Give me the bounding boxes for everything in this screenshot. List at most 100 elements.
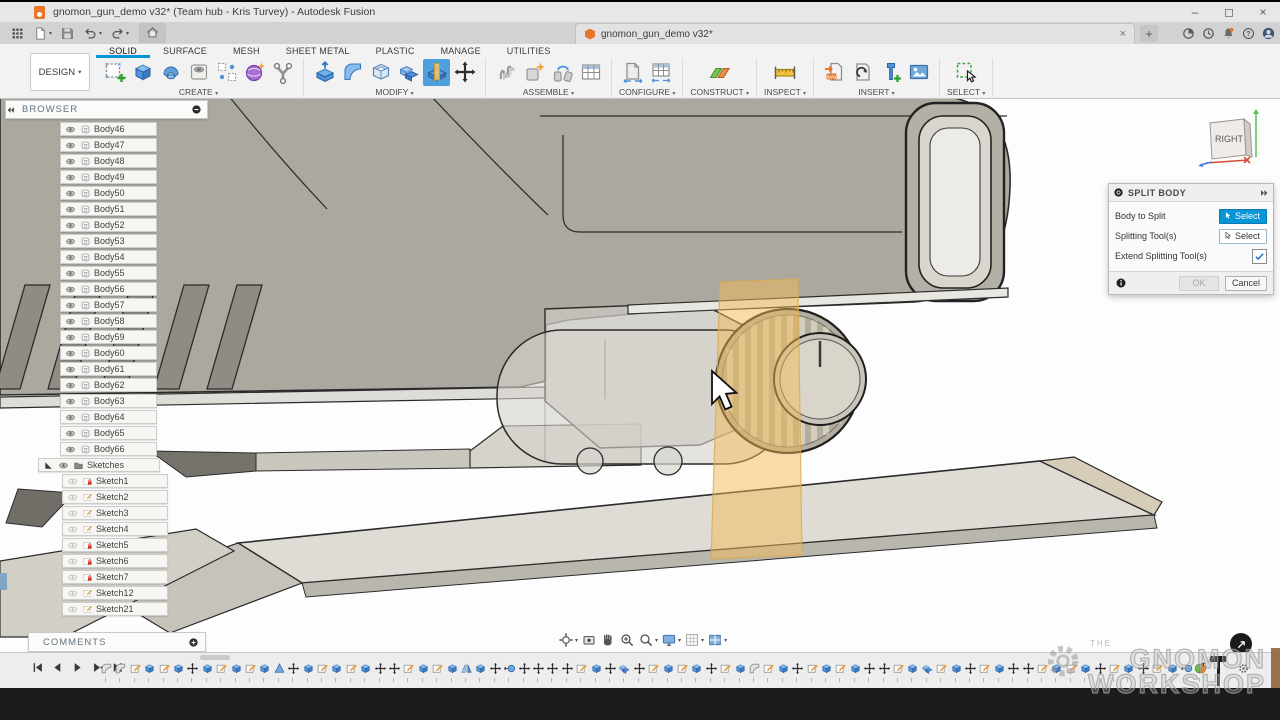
undo-icon[interactable]: ▾: [83, 26, 102, 41]
timeline-feature-extrude[interactable]: [330, 662, 343, 675]
timeline-feature-sketch[interactable]: [129, 662, 142, 675]
timeline-feature-extrude[interactable]: [993, 662, 1006, 675]
home-icon[interactable]: [139, 23, 166, 43]
collapse-left-icon[interactable]: [6, 105, 16, 115]
timeline-feature-extrude[interactable]: [1122, 662, 1135, 675]
move4-icon[interactable]: [451, 59, 478, 86]
grid-settings-icon[interactable]: ▾: [684, 632, 704, 648]
timeline-feature-sketch[interactable]: [158, 662, 171, 675]
timeline-feature-extrude[interactable]: [590, 662, 603, 675]
timeline-feature-cone[interactable]: [273, 662, 286, 675]
timeline-feature-move[interactable]: [863, 662, 876, 675]
visibility-eye-icon[interactable]: [65, 412, 76, 423]
timeline-feature-move[interactable]: [518, 662, 531, 675]
close-button[interactable]: ×: [1246, 2, 1280, 22]
timeline-feature-move[interactable]: [186, 662, 199, 675]
tab-close-button[interactable]: ×: [1120, 28, 1126, 40]
timeline-feature-offset[interactable]: [503, 662, 516, 675]
browser-sketch-row[interactable]: Sketch6: [62, 554, 168, 568]
ins-fast-icon[interactable]: [877, 59, 904, 86]
visibility-eye-icon[interactable]: [65, 428, 76, 439]
visibility-eye-icon[interactable]: [65, 124, 76, 135]
browser-sketches-folder[interactable]: Sketches: [38, 458, 160, 472]
extend-splitting-checkbox[interactable]: [1252, 249, 1267, 264]
timeline-feature-extrude[interactable]: [906, 662, 919, 675]
timeline-feature-sketch[interactable]: [719, 662, 732, 675]
visibility-eye-icon[interactable]: [65, 396, 76, 407]
timeline-feature-extrude[interactable]: [417, 662, 430, 675]
cancel-button[interactable]: Cancel: [1225, 276, 1267, 291]
timeline-feature-move[interactable]: [546, 662, 559, 675]
file-menu-icon[interactable]: ▾: [33, 26, 52, 41]
info-icon[interactable]: [1115, 277, 1127, 289]
document-tab[interactable]: gnomon_gun_demo v32* ×: [575, 23, 1135, 44]
timeline-feature-extrude[interactable]: [302, 662, 315, 675]
timeline-feature-extrude[interactable]: [201, 662, 214, 675]
sketch-create-icon[interactable]: [101, 59, 128, 86]
timeline-feature-extrude[interactable]: [474, 662, 487, 675]
ribbon-tab-surface[interactable]: SURFACE: [150, 45, 220, 58]
timeline-feature-move[interactable]: [705, 662, 718, 675]
visibility-eye-icon[interactable]: [65, 236, 76, 247]
visibility-eye-icon[interactable]: [67, 556, 78, 567]
pipe-icon[interactable]: [269, 59, 296, 86]
timeline-feature-fillet[interactable]: [748, 662, 761, 675]
splitting-tool-select-button[interactable]: Select: [1219, 229, 1267, 244]
visibility-eye-icon[interactable]: [65, 172, 76, 183]
timeline-feature-offset[interactable]: [1180, 662, 1193, 675]
ribbon-group-label[interactable]: CONSTRUCT ▾: [690, 87, 749, 97]
save-icon[interactable]: [60, 26, 75, 41]
asm-table-icon[interactable]: [577, 59, 604, 86]
visibility-eye-icon[interactable]: [58, 460, 69, 471]
ribbon-tab-manage[interactable]: MANAGE: [428, 45, 494, 58]
timeline-feature-sketch[interactable]: [892, 662, 905, 675]
timeline-feature-move[interactable]: [561, 662, 574, 675]
ribbon-tab-plastic[interactable]: PLASTIC: [363, 45, 428, 58]
ribbon-group-label[interactable]: INSERT ▾: [858, 87, 894, 97]
profile-avatar[interactable]: [1261, 26, 1276, 41]
timeline-feature-extrude[interactable]: [143, 662, 156, 675]
go-to-start-button[interactable]: [30, 660, 45, 675]
visibility-eye-icon[interactable]: [67, 540, 78, 551]
browser-sketch-row[interactable]: Sketch1: [62, 474, 168, 488]
timeline-feature-move[interactable]: [532, 662, 545, 675]
browser-sketch-row[interactable]: Sketch3: [62, 506, 168, 520]
ins-canvas-icon[interactable]: [905, 59, 932, 86]
redo-icon[interactable]: ▾: [110, 26, 129, 41]
ribbon-group-label[interactable]: MODIFY ▾: [375, 87, 413, 97]
timeline-feature-extrude[interactable]: [230, 662, 243, 675]
visibility-eye-icon[interactable]: [65, 220, 76, 231]
timeline-feature-move[interactable]: [1094, 662, 1107, 675]
timeline-feature-extrude[interactable]: [849, 662, 862, 675]
timeline-feature-split[interactable]: [1194, 662, 1207, 675]
timeline-feature-sketch[interactable]: [762, 662, 775, 675]
notifications-icon[interactable]: [1221, 26, 1236, 41]
visibility-eye-icon[interactable]: [67, 476, 78, 487]
visibility-eye-icon[interactable]: [65, 284, 76, 295]
timeline-feature-sketch[interactable]: [647, 662, 660, 675]
browser-body-row[interactable]: Body59: [60, 330, 157, 344]
timeline-feature-sketch[interactable]: [244, 662, 257, 675]
extrude-icon[interactable]: [129, 59, 156, 86]
fit-icon[interactable]: ▾: [638, 632, 658, 648]
visibility-eye-icon[interactable]: [65, 204, 76, 215]
timeline-feature-extrude[interactable]: [777, 662, 790, 675]
browser-body-row[interactable]: Body51: [60, 202, 157, 216]
timeline-feature-mirror[interactable]: [460, 662, 473, 675]
pattern-icon[interactable]: [213, 59, 240, 86]
look-at-icon[interactable]: [581, 632, 597, 648]
timeline-feature-combine[interactable]: [921, 662, 934, 675]
splitbody-icon[interactable]: [423, 59, 450, 86]
ribbon-group-label[interactable]: ASSEMBLE ▾: [523, 87, 574, 97]
browser-body-row[interactable]: Body56: [60, 282, 157, 296]
timeline-feature-sketch[interactable]: [1151, 662, 1164, 675]
ribbon-group-label[interactable]: CREATE ▾: [179, 87, 218, 97]
plane-c-icon[interactable]: [706, 59, 733, 86]
timeline-feature-sketch[interactable]: [1036, 662, 1049, 675]
orbit-icon[interactable]: ▾: [558, 632, 578, 648]
view-cube[interactable]: RIGHT: [1196, 107, 1268, 171]
recent-activity-icon[interactable]: [1201, 26, 1216, 41]
visibility-eye-icon[interactable]: [65, 380, 76, 391]
ribbon-tab-sheet-metal[interactable]: SHEET METAL: [273, 45, 363, 58]
model-canvas[interactable]: [0, 99, 1280, 652]
